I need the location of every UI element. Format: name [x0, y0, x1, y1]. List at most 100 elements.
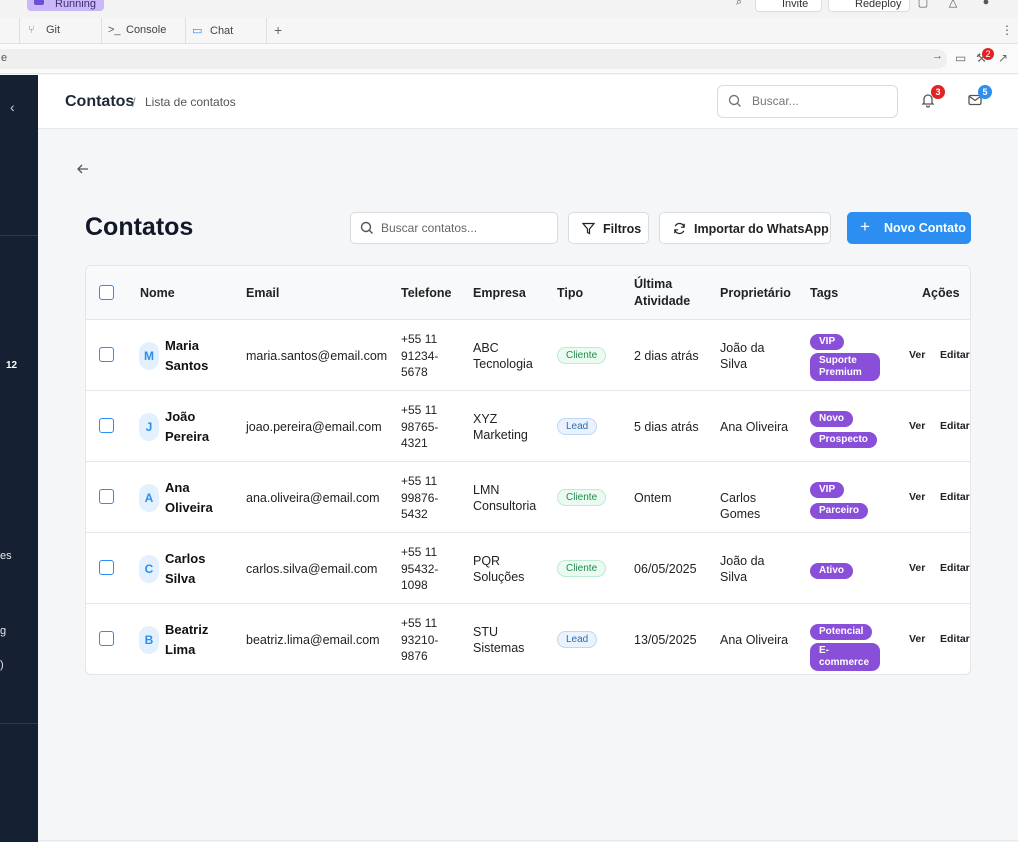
column-header-tags[interactable]: Tags [810, 285, 838, 302]
redeploy-button[interactable]: Redeploy [828, 0, 910, 12]
edit-button[interactable]: Editar [940, 420, 970, 432]
page-title: Contatos [85, 213, 194, 241]
avatar: C [139, 555, 159, 583]
edit-button[interactable]: Editar [940, 633, 970, 645]
search-icon [728, 94, 741, 107]
row-checkbox[interactable] [99, 347, 114, 362]
sidebar-count-badge: 12 [6, 360, 18, 371]
row-checkbox[interactable] [99, 418, 114, 433]
tag-badge: VIP [810, 334, 845, 350]
contact-company: PQR Soluções [473, 554, 525, 584]
url-field[interactable]: e [0, 49, 947, 69]
tag-badge: Potencial [810, 624, 873, 640]
filters-label: Filtros [603, 222, 642, 236]
view-button[interactable]: Ver [909, 633, 925, 645]
column-header-company[interactable]: Empresa [473, 285, 526, 302]
app-sidebar: ‹ 12 es g ) [0, 75, 38, 842]
contact-name[interactable]: Ana Oliveira [165, 478, 225, 518]
view-button[interactable]: Ver [909, 562, 925, 574]
contact-name[interactable]: Carlos Silva [165, 549, 225, 589]
terminal-icon: >_ [108, 24, 121, 36]
tag-list: Novo Prospecto [810, 409, 880, 451]
select-all-checkbox[interactable] [99, 285, 114, 300]
bell-icon[interactable]: △ [946, 0, 960, 10]
table-row[interactable]: B Beatriz Lima beatriz.lima@email.com +55 1… [86, 604, 970, 674]
new-tab-icon[interactable]: + [274, 22, 282, 38]
tag-badge: Ativo [810, 563, 853, 579]
column-header-name[interactable]: Nome [140, 285, 175, 302]
type-badge: Cliente [557, 489, 607, 506]
tab-chat[interactable]: ▭ Chat [186, 18, 267, 44]
contact-name[interactable]: João Pereira [165, 407, 225, 447]
invite-label: Invite [782, 0, 809, 10]
tab-git[interactable]: ⑂ Git [20, 18, 102, 44]
header-search[interactable] [717, 85, 898, 118]
avatar-icon[interactable]: ● [975, 0, 997, 10]
view-button[interactable]: Ver [909, 491, 925, 503]
contact-name[interactable]: Maria Santos [165, 336, 225, 376]
filters-button[interactable]: Filtros [568, 212, 649, 244]
run-status-pill[interactable]: Running [27, 0, 104, 11]
column-header-phone[interactable]: Telefone [401, 285, 451, 302]
arrow-left-icon[interactable] [76, 162, 90, 176]
column-header-email[interactable]: Email [246, 285, 279, 302]
redeploy-label: Redeploy [855, 0, 902, 10]
contact-email: maria.santos@email.com [246, 349, 388, 363]
arrow-right-icon[interactable]: → [932, 50, 943, 62]
contacts-search[interactable] [350, 212, 558, 244]
last-activity: Ontem [634, 491, 672, 505]
sidebar-item-label[interactable]: ) [0, 659, 4, 671]
tab-console[interactable]: >_ Console [102, 18, 186, 44]
row-checkbox[interactable] [99, 489, 114, 504]
search-icon[interactable]: ⌕ [732, 0, 746, 10]
edit-button[interactable]: Editar [940, 491, 970, 503]
view-button[interactable]: Ver [909, 349, 925, 361]
tab-bar: ⑂ Git >_ Console ▭ Chat + ⋮ [0, 18, 1018, 44]
contact-owner: Carlos Gomes [720, 491, 761, 521]
header-search-input[interactable] [752, 94, 892, 108]
table-row[interactable]: M Maria Santos maria.santos@email.com +55 1… [86, 320, 970, 391]
more-vertical-icon[interactable]: ⋮ [1001, 23, 1013, 37]
chat-icon: ▭ [192, 25, 203, 37]
external-link-icon[interactable]: ↗ [998, 51, 1008, 65]
contact-phone: +55 11 93210-9876 [401, 616, 439, 663]
contacts-table: Nome Email Telefone Empresa Tipo Última … [85, 265, 971, 675]
edit-button[interactable]: Editar [940, 562, 970, 574]
column-header-owner[interactable]: Proprietário [720, 285, 791, 302]
import-whatsapp-button[interactable]: Importar do WhatsApp [659, 212, 831, 244]
tag-list: VIP Suporte Premium [810, 332, 880, 384]
messages-badge: 5 [978, 85, 992, 99]
contacts-search-input[interactable] [381, 221, 551, 235]
contact-name[interactable]: Beatriz Lima [165, 620, 225, 660]
table-row[interactable]: J João Pereira joao.pereira@email.com +55 1… [86, 391, 970, 462]
chevron-left-icon[interactable]: ‹ [10, 99, 15, 115]
window-icon[interactable]: ▢ [916, 0, 930, 10]
git-branch-icon: ⑂ [28, 24, 35, 36]
row-checkbox[interactable] [99, 560, 114, 575]
table-row[interactable]: A Ana Oliveira ana.oliveira@email.com +55 1… [86, 462, 970, 533]
search-icon [360, 221, 373, 234]
last-activity: 5 dias atrás [634, 420, 699, 434]
sidebar-item-label[interactable]: g [0, 625, 6, 637]
edit-button[interactable]: Editar [940, 349, 970, 361]
contact-company: LMN Consultoria [473, 483, 537, 513]
ide-top-bar: Running ⌕ Invite Redeploy ▢ △ ● [0, 0, 1018, 18]
notifications-badge: 3 [931, 85, 945, 99]
extension-badge: 2 [982, 48, 994, 60]
view-button[interactable]: Ver [909, 420, 925, 432]
contact-owner: Ana Oliveira [720, 633, 789, 647]
contact-phone: +55 11 91234-5678 [401, 332, 439, 379]
breadcrumb-contatos[interactable]: Contatos [65, 93, 134, 111]
sidebar-item-label[interactable]: es [0, 550, 12, 562]
invite-button[interactable]: Invite [755, 0, 822, 12]
contact-email: joao.pereira@email.com [246, 420, 382, 434]
column-header-type[interactable]: Tipo [557, 285, 583, 302]
table-row[interactable]: C Carlos Silva carlos.silva@email.com +55 1… [86, 533, 970, 604]
new-contact-button[interactable]: + Novo Contato [847, 212, 971, 244]
column-header-last-activity[interactable]: Última Atividade [634, 276, 702, 310]
row-checkbox[interactable] [99, 631, 114, 646]
monitor-icon[interactable]: ▭ [955, 51, 966, 65]
url-bar: e → ▭ ⚒ 2 ↗ [0, 44, 1018, 74]
type-badge: Lead [557, 631, 598, 648]
contact-email: beatriz.lima@email.com [246, 633, 380, 647]
